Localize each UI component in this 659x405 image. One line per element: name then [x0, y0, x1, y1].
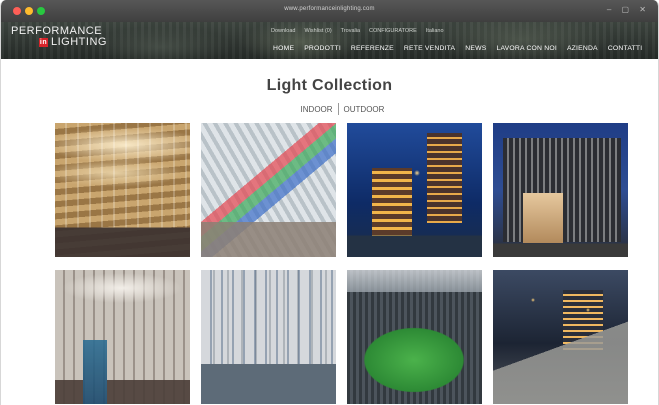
address-bar[interactable]: www.performanceinlighting.com	[1, 6, 658, 12]
window-controls[interactable]: – ▢ ✕	[607, 5, 650, 14]
project-image-detail	[347, 123, 482, 257]
browser-chrome: www.performanceinlighting.com – ▢ ✕	[1, 0, 658, 22]
filter-indoor[interactable]: INDOOR	[301, 105, 333, 114]
project-image-detail	[201, 123, 336, 257]
project-tile[interactable]	[201, 270, 336, 404]
project-tile[interactable]	[55, 123, 190, 257]
nav-item-rete-vendita[interactable]: RETE VENDITA	[404, 45, 455, 52]
project-image-detail	[347, 270, 482, 404]
main-nav: HOME PRODOTTI REFERENZE RETE VENDITA NEW…	[273, 45, 642, 52]
project-image-detail	[493, 123, 628, 257]
project-tile[interactable]	[347, 123, 482, 257]
nav-item-lavora-con-noi[interactable]: LAVORA CON NOI	[496, 45, 556, 52]
language-selector[interactable]: Italiano	[426, 28, 444, 34]
browser-window: www.performanceinlighting.com – ▢ ✕ PERF…	[0, 0, 659, 405]
nav-item-contatti[interactable]: CONTATTI	[608, 45, 643, 52]
project-image-detail	[55, 123, 190, 257]
brand-logo[interactable]: PERFORMANCE in LIGHTING	[11, 26, 107, 48]
page-title: Light Collection	[266, 77, 393, 94]
utility-nav: Download Wishlist (0) Trovalia CONFIGURA…	[271, 28, 444, 34]
utility-link-configuratore[interactable]: CONFIGURATORE	[369, 28, 417, 34]
collection-filters: INDOOR OUTDOOR	[1, 103, 658, 115]
project-image-detail	[55, 270, 190, 404]
logo-line2: in LIGHTING	[11, 37, 107, 48]
utility-link-trovalia[interactable]: Trovalia	[341, 28, 360, 34]
nav-item-home[interactable]: HOME	[273, 45, 294, 52]
filter-outdoor[interactable]: OUTDOOR	[344, 105, 385, 114]
utility-link-download[interactable]: Download	[271, 28, 295, 34]
project-tile[interactable]	[201, 123, 336, 257]
nav-item-news[interactable]: NEWS	[465, 45, 486, 52]
filter-divider	[337, 103, 339, 115]
project-image-detail	[201, 270, 336, 404]
nav-item-prodotti[interactable]: PRODOTTI	[304, 45, 341, 52]
logo-line2-text: LIGHTING	[51, 36, 107, 48]
project-tile[interactable]	[55, 270, 190, 404]
utility-link-wishlist[interactable]: Wishlist (0)	[304, 28, 331, 34]
project-tile[interactable]	[347, 270, 482, 404]
project-tile[interactable]	[493, 123, 628, 257]
nav-item-referenze[interactable]: REFERENZE	[351, 45, 394, 52]
site-header: PERFORMANCE in LIGHTING Download Wishlis…	[1, 22, 658, 59]
project-tile[interactable]	[493, 270, 628, 404]
logo-mark-icon: in	[39, 38, 48, 47]
project-image-detail	[493, 270, 628, 404]
nav-item-azienda[interactable]: AZIENDA	[567, 45, 598, 52]
